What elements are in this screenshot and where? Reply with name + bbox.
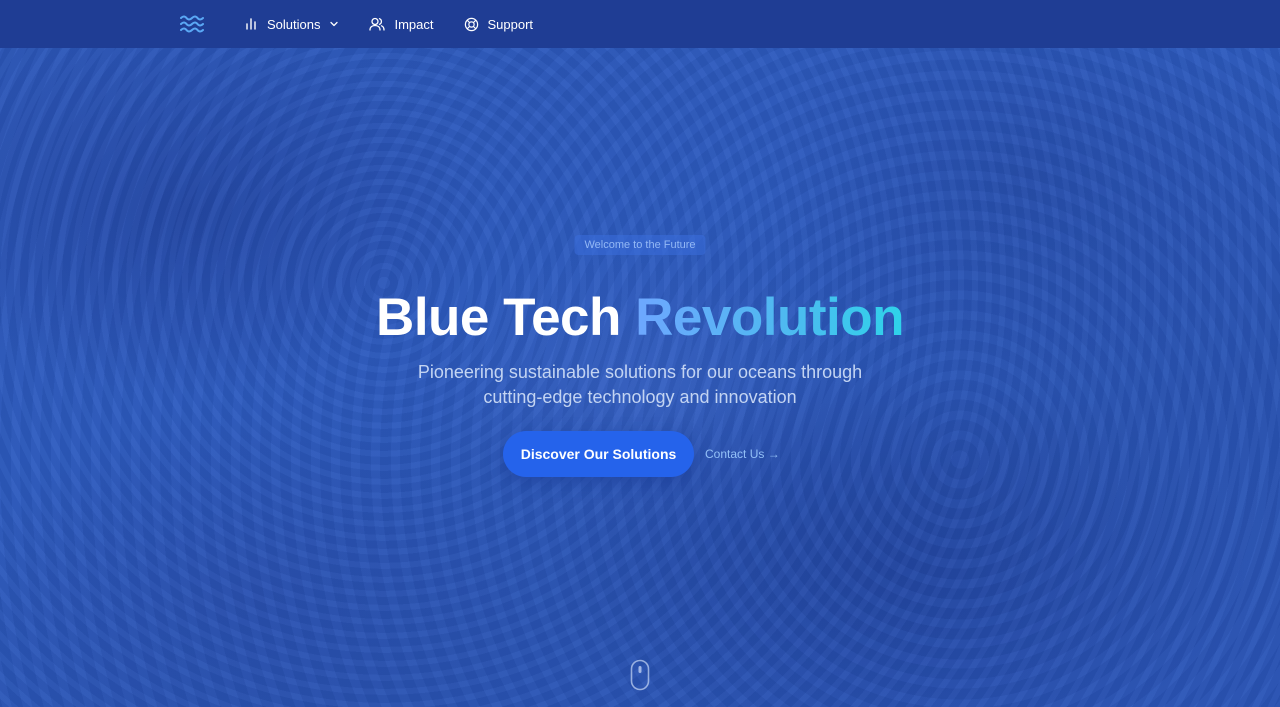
lifebuoy-icon: [464, 17, 479, 32]
discover-solutions-button[interactable]: Discover Our Solutions: [503, 431, 694, 477]
mouse-icon[interactable]: [630, 659, 660, 696]
nav-item-label: Support: [487, 16, 534, 32]
hero-title: Blue Tech Revolution: [0, 286, 1280, 350]
hero-title-part2: Revolution: [635, 288, 904, 347]
nav-item-solutions[interactable]: Solutions: [244, 17, 339, 32]
contact-us-link[interactable]: Contact Us →: [705, 447, 780, 461]
chevron-down-icon: [329, 19, 339, 29]
waves-icon[interactable]: [180, 14, 204, 34]
nav-item-support[interactable]: Support: [464, 16, 534, 32]
nav-item-impact[interactable]: Impact: [369, 16, 434, 32]
hero-section: Welcome to the Future Blue Tech Revoluti…: [0, 48, 1280, 707]
bar-chart-icon: [244, 17, 258, 31]
cta-row: Discover Our Solutions Contact Us →: [503, 431, 780, 477]
nav-item-label: Impact: [394, 16, 434, 32]
hero-subtitle: Pioneering sustainable solutions for our…: [340, 360, 940, 410]
users-icon: [369, 17, 386, 31]
hero-subtitle-line2: cutting-edge technology and innovation: [483, 387, 797, 407]
hero-subtitle-line1: Pioneering sustainable solutions for our…: [417, 362, 863, 382]
top-navigation: Solutions Impact Support: [0, 0, 1280, 48]
nav-item-label: Solutions: [267, 16, 321, 32]
welcome-badge: Welcome to the Future: [574, 235, 706, 255]
hero-title-part1: Blue Tech: [376, 288, 621, 347]
